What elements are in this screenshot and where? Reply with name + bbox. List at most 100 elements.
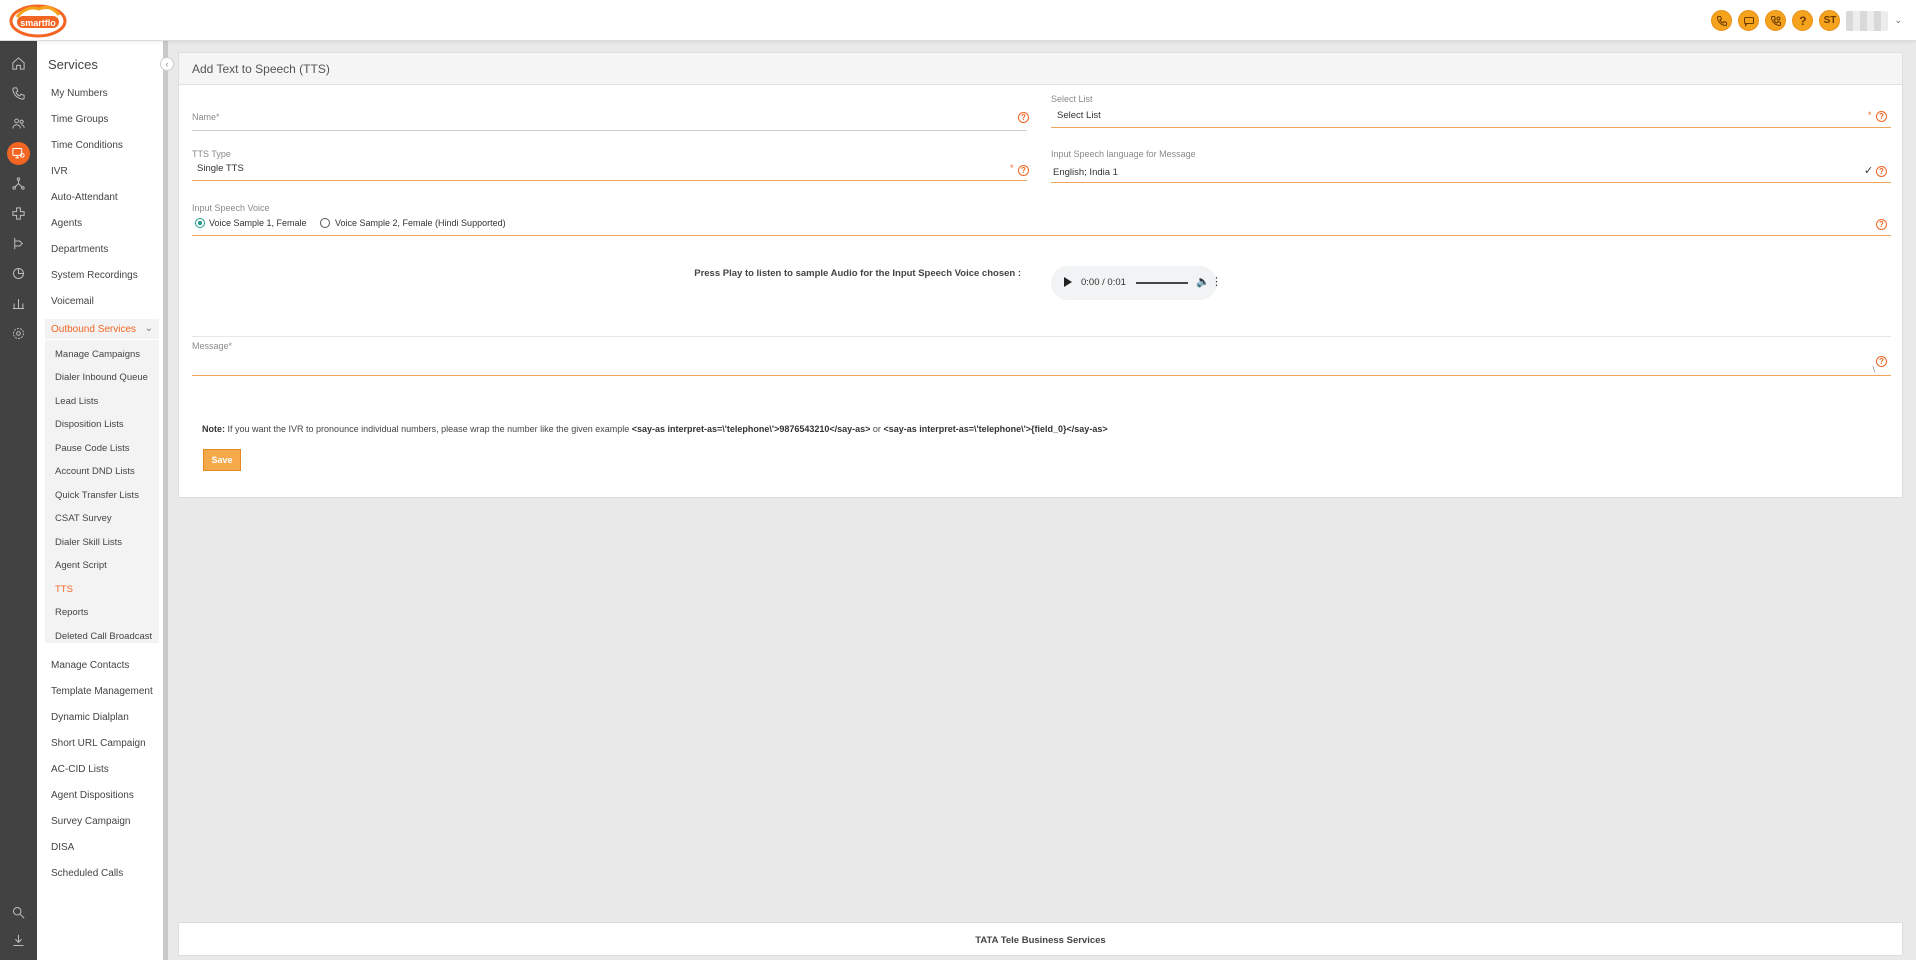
select-list-label: Select List [1051, 94, 1093, 104]
required-mark: * [1868, 110, 1872, 120]
subnav-csat-survey[interactable]: CSAT Survey [55, 513, 112, 524]
more-options-icon[interactable]: ⋮ [1211, 275, 1222, 288]
nav-departments[interactable]: Departments [51, 244, 108, 255]
tts-type-label: TTS Type [192, 149, 231, 159]
call-settings-icon[interactable] [1765, 10, 1787, 31]
user-name-blurred[interactable] [1846, 10, 1889, 31]
tts-type-underline [192, 180, 1027, 181]
services-panel: Services My Numbers Time Groups Time Con… [37, 41, 163, 960]
sms-icon[interactable] [1738, 10, 1760, 31]
top-bar: smartflo ? ST ⌄ [0, 0, 1916, 41]
subnav-agent-script[interactable]: Agent Script [55, 560, 107, 571]
left-icon-rail [0, 41, 37, 960]
users-icon[interactable] [7, 112, 30, 135]
nav-my-numbers[interactable]: My Numbers [51, 88, 108, 99]
voice-label: Input Speech Voice [192, 203, 270, 213]
play-icon[interactable] [1064, 277, 1072, 287]
panel-scrollbar[interactable] [163, 41, 168, 960]
name-label: Name* [192, 112, 220, 122]
nav-auto-attendant[interactable]: Auto-Attendant [51, 192, 118, 203]
reports-pie-icon[interactable] [7, 262, 30, 285]
network-icon[interactable] [7, 172, 30, 195]
chevron-down-icon[interactable]: ⌄ [1894, 15, 1902, 26]
nav-survey-campaign[interactable]: Survey Campaign [51, 816, 130, 827]
nav-voicemail[interactable]: Voicemail [51, 296, 94, 307]
nav-agent-dispositions[interactable]: Agent Dispositions [51, 790, 134, 801]
language-help-icon[interactable]: ? [1876, 166, 1887, 177]
nav-ac-cid-lists[interactable]: AC-CID Lists [51, 764, 109, 775]
home-icon[interactable] [7, 52, 30, 75]
outbound-services-label: Outbound Services [51, 324, 137, 335]
message-help-icon[interactable]: ? [1876, 356, 1887, 367]
save-button[interactable]: Save [203, 449, 241, 471]
services-icon[interactable] [7, 142, 30, 165]
collapse-sidebar-button[interactable]: ‹ [160, 57, 174, 71]
name-underline [192, 130, 1027, 131]
nav-manage-contacts[interactable]: Manage Contacts [51, 660, 129, 671]
top-bar-actions: ? ST ⌄ [1711, 10, 1902, 31]
nav-template-management[interactable]: Template Management [51, 686, 153, 697]
nav-system-recordings[interactable]: System Recordings [51, 270, 138, 281]
nav-ivr[interactable]: IVR [51, 166, 68, 177]
message-textarea[interactable] [192, 353, 1891, 373]
subnav-manage-campaigns[interactable]: Manage Campaigns [55, 349, 140, 360]
note-text: Note: If you want the IVR to pronounce i… [202, 424, 1108, 434]
voice-help-icon[interactable]: ? [1876, 219, 1887, 230]
integrations-icon[interactable] [7, 202, 30, 225]
select-list-dropdown[interactable]: Select List [1057, 110, 1101, 121]
language-underline [1051, 182, 1891, 183]
nav-disa[interactable]: DISA [51, 842, 74, 853]
checkmark-icon: ✓ [1864, 165, 1874, 177]
nav-scheduled-calls[interactable]: Scheduled Calls [51, 868, 123, 879]
subnav-lead-lists[interactable]: Lead Lists [55, 396, 98, 407]
language-dropdown[interactable]: English; India 1 [1053, 167, 1118, 178]
name-help-icon[interactable]: ? [1018, 112, 1029, 123]
nav-short-url-campaign[interactable]: Short URL Campaign [51, 738, 146, 749]
phone-icon[interactable] [7, 82, 30, 105]
note-or: or [870, 424, 884, 434]
subnav-reports[interactable]: Reports [55, 607, 88, 618]
phone-icon[interactable] [1711, 10, 1733, 31]
bar-chart-icon[interactable] [7, 292, 30, 315]
nav-agents[interactable]: Agents [51, 218, 82, 229]
note-body: If you want the IVR to pronounce individ… [225, 424, 632, 434]
page-title: Add Text to Speech (TTS) [192, 62, 330, 76]
note-example-1: <say-as interpret-as=\'telephone\'>98765… [631, 424, 871, 434]
subnav-dialer-inbound-queue[interactable]: Dialer Inbound Queue [55, 372, 148, 383]
subnav-tts[interactable]: TTS [55, 584, 73, 595]
tts-type-help-icon[interactable]: ? [1018, 165, 1029, 176]
resize-handle-icon[interactable]: ∖ [1871, 365, 1876, 374]
note-prefix: Note: [202, 424, 225, 434]
routing-icon[interactable] [7, 232, 30, 255]
user-avatar[interactable]: ST [1819, 10, 1841, 31]
nav-time-conditions[interactable]: Time Conditions [51, 140, 123, 151]
select-list-help-icon[interactable]: ? [1876, 111, 1887, 122]
subnav-pause-code-lists[interactable]: Pause Code Lists [55, 443, 129, 454]
section-divider [192, 336, 1891, 337]
tts-form-card: Add Text to Speech (TTS) Name* ? Select … [178, 52, 1903, 498]
volume-icon[interactable]: 🔈 [1196, 275, 1210, 288]
help-icon[interactable]: ? [1792, 10, 1814, 31]
audio-player[interactable]: 0:00 / 0:01 🔈 ⋮ [1051, 266, 1222, 300]
subnav-dialer-skill-lists[interactable]: Dialer Skill Lists [55, 537, 122, 548]
subnav-deleted-call-broadcast[interactable]: Deleted Call Broadcast [55, 631, 152, 642]
subnav-account-dnd-lists[interactable]: Account DND Lists [55, 466, 135, 477]
voice-sample-2-radio[interactable] [320, 218, 330, 228]
download-icon[interactable] [7, 929, 30, 952]
audio-progress-track[interactable] [1136, 282, 1188, 284]
tts-type-dropdown[interactable]: Single TTS [197, 163, 244, 174]
nav-time-groups[interactable]: Time Groups [51, 114, 108, 125]
voice-sample-1-label[interactable]: Voice Sample 1, Female [209, 218, 307, 228]
voice-sample-1-radio[interactable] [195, 218, 205, 228]
settings-icon[interactable] [7, 322, 30, 345]
search-icon[interactable] [7, 901, 30, 924]
subnav-quick-transfer-lists[interactable]: Quick Transfer Lists [55, 490, 139, 501]
subnav-disposition-lists[interactable]: Disposition Lists [55, 419, 124, 430]
smartflo-logo[interactable]: smartflo [9, 3, 67, 39]
audio-caption: Press Play to listen to sample Audio for… [694, 268, 1021, 279]
nav-dynamic-dialplan[interactable]: Dynamic Dialplan [51, 712, 129, 723]
voice-sample-2-label[interactable]: Voice Sample 2, Female (Hindi Supported) [335, 218, 506, 228]
nav-outbound-services[interactable]: Outbound Services ⌄ [45, 319, 159, 339]
chevron-down-icon: ⌄ [144, 323, 153, 334]
name-input[interactable] [192, 123, 1027, 139]
